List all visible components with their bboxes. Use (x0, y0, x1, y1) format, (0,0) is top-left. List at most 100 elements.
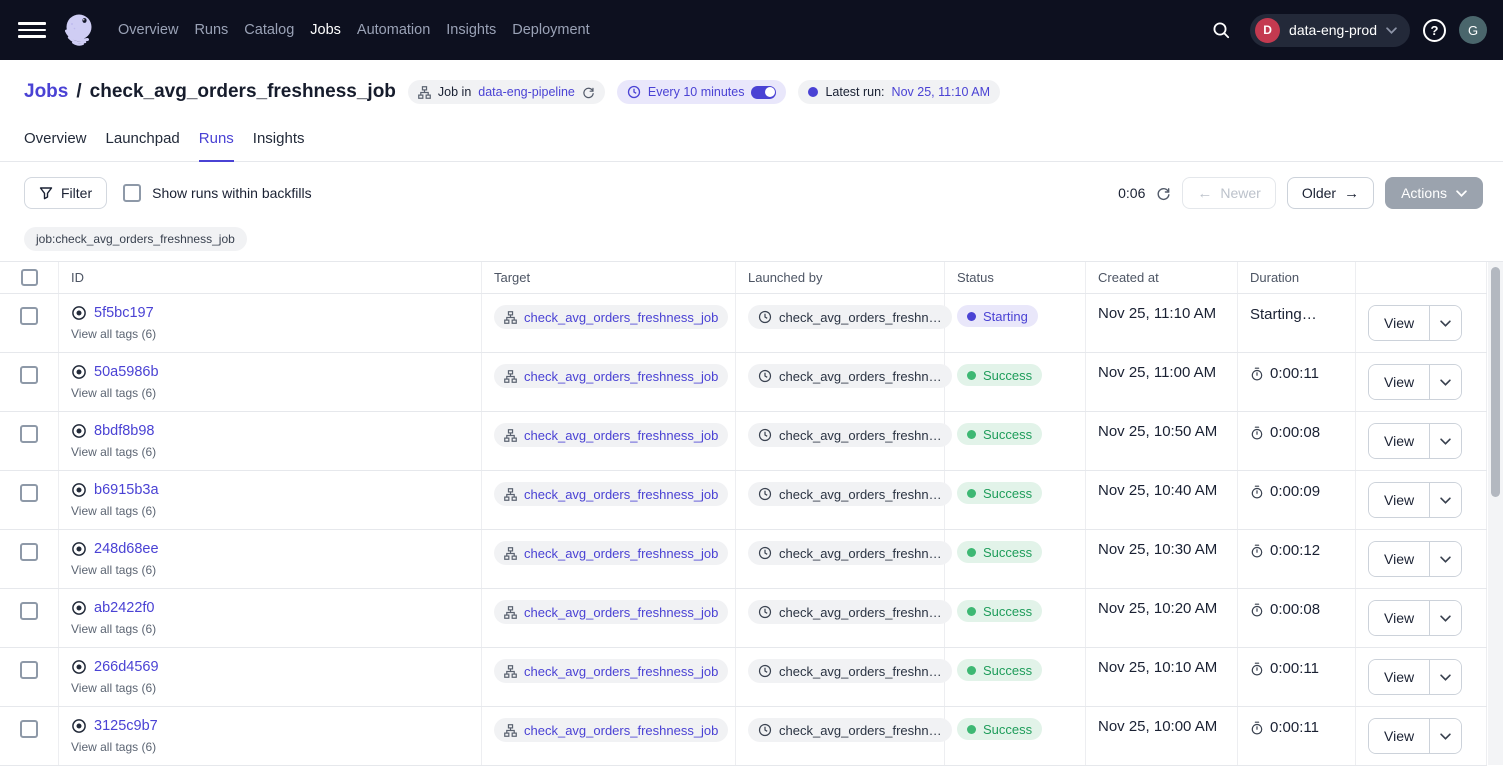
run-id-link[interactable]: b6915b3a (94, 482, 159, 498)
breadcrumb-jobs-link[interactable]: Jobs (24, 81, 68, 103)
actions-button[interactable]: Actions (1385, 177, 1483, 209)
view-run-button[interactable]: View (1369, 483, 1430, 517)
run-id-link[interactable]: 248d68ee (94, 541, 159, 557)
row-checkbox[interactable] (20, 484, 38, 502)
view-all-tags-link[interactable]: View all tags (6) (71, 563, 156, 577)
row-checkbox[interactable] (20, 720, 38, 738)
run-id-link[interactable]: 50a5986b (94, 364, 159, 380)
target-link[interactable]: check_avg_orders_freshness_job (524, 546, 718, 561)
nav-jobs[interactable]: Jobs (310, 16, 341, 44)
run-id-link[interactable]: 3125c9b7 (94, 718, 158, 734)
row-checkbox[interactable] (20, 661, 38, 679)
target-pill[interactable]: check_avg_orders_freshness_job (494, 482, 728, 506)
row-checkbox[interactable] (20, 307, 38, 325)
view-dropdown-button[interactable] (1430, 660, 1461, 694)
nav-runs[interactable]: Runs (194, 16, 228, 44)
target-pill[interactable]: check_avg_orders_freshness_job (494, 718, 728, 742)
run-id-link[interactable]: ab2422f0 (94, 600, 154, 616)
older-button[interactable]: Older → (1287, 177, 1374, 209)
nav-overview[interactable]: Overview (118, 16, 178, 44)
view-dropdown-button[interactable] (1430, 483, 1461, 517)
target-pill[interactable]: check_avg_orders_freshness_job (494, 659, 728, 683)
run-id-link[interactable]: 266d4569 (94, 659, 159, 675)
view-all-tags-link[interactable]: View all tags (6) (71, 386, 156, 400)
target-pill[interactable]: check_avg_orders_freshness_job (494, 600, 728, 624)
scrollbar-thumb[interactable] (1491, 267, 1500, 497)
view-run-button[interactable]: View (1369, 424, 1430, 458)
view-all-tags-link[interactable]: View all tags (6) (71, 681, 156, 695)
newer-button[interactable]: ← Newer (1182, 177, 1275, 209)
table-row: 50a5986b View all tags (6) check_avg_ord… (0, 353, 1487, 412)
show-backfills-checkbox[interactable] (123, 184, 141, 202)
view-dropdown-button[interactable] (1430, 719, 1461, 753)
view-dropdown-button[interactable] (1430, 424, 1461, 458)
target-pill[interactable]: check_avg_orders_freshness_job (494, 541, 728, 565)
nav-deployment[interactable]: Deployment (512, 16, 589, 44)
launched-by-pill[interactable]: check_avg_orders_freshn… (748, 541, 952, 565)
user-avatar[interactable]: G (1459, 16, 1487, 44)
schedule-toggle[interactable] (751, 86, 776, 99)
vertical-scrollbar[interactable] (1488, 262, 1503, 765)
help-icon[interactable]: ? (1423, 19, 1446, 42)
view-run-button[interactable]: View (1369, 365, 1430, 399)
search-icon[interactable] (1205, 14, 1237, 46)
target-pill[interactable]: check_avg_orders_freshness_job (494, 423, 728, 447)
view-dropdown-button[interactable] (1430, 306, 1461, 340)
dagster-logo-icon[interactable] (58, 10, 98, 50)
target-link[interactable]: check_avg_orders_freshness_job (524, 428, 718, 443)
tab-insights[interactable]: Insights (253, 130, 305, 161)
filter-button[interactable]: Filter (24, 177, 107, 209)
latest-run-link[interactable]: Nov 25, 11:10 AM (892, 85, 990, 99)
launched-by-pill[interactable]: check_avg_orders_freshn… (748, 423, 952, 447)
menu-icon[interactable] (18, 18, 46, 42)
nav-catalog[interactable]: Catalog (244, 16, 294, 44)
tab-launchpad[interactable]: Launchpad (106, 130, 180, 161)
launched-by-pill[interactable]: check_avg_orders_freshn… (748, 305, 952, 329)
run-target-icon (71, 541, 87, 557)
row-checkbox[interactable] (20, 543, 38, 561)
view-dropdown-button[interactable] (1430, 365, 1461, 399)
view-all-tags-link[interactable]: View all tags (6) (71, 740, 156, 754)
workspace-switcher[interactable]: D data-eng-prod (1250, 14, 1410, 47)
target-link[interactable]: check_avg_orders_freshness_job (524, 664, 718, 679)
view-run-button[interactable]: View (1369, 719, 1430, 753)
refresh-icon[interactable] (1156, 186, 1171, 201)
view-run-button[interactable]: View (1369, 660, 1430, 694)
view-all-tags-link[interactable]: View all tags (6) (71, 327, 156, 341)
launched-by-pill[interactable]: check_avg_orders_freshn… (748, 600, 952, 624)
view-dropdown-button[interactable] (1430, 542, 1461, 576)
view-dropdown-button[interactable] (1430, 601, 1461, 635)
target-link[interactable]: check_avg_orders_freshness_job (524, 310, 718, 325)
job-filter-tag[interactable]: job:check_avg_orders_freshness_job (24, 227, 247, 251)
launched-by-pill[interactable]: check_avg_orders_freshn… (748, 659, 952, 683)
reload-location-icon[interactable] (582, 86, 595, 99)
row-checkbox[interactable] (20, 425, 38, 443)
view-all-tags-link[interactable]: View all tags (6) (71, 504, 156, 518)
nav-automation[interactable]: Automation (357, 16, 430, 44)
nav-insights[interactable]: Insights (446, 16, 496, 44)
target-link[interactable]: check_avg_orders_freshness_job (524, 723, 718, 738)
run-id-link[interactable]: 5f5bc197 (94, 305, 154, 321)
view-all-tags-link[interactable]: View all tags (6) (71, 445, 156, 459)
view-run-button[interactable]: View (1369, 601, 1430, 635)
view-run-button[interactable]: View (1369, 542, 1430, 576)
target-pill[interactable]: check_avg_orders_freshness_job (494, 305, 728, 329)
pipeline-link[interactable]: data-eng-pipeline (478, 85, 575, 99)
view-run-button[interactable]: View (1369, 306, 1430, 340)
target-link[interactable]: check_avg_orders_freshness_job (524, 369, 718, 384)
target-link[interactable]: check_avg_orders_freshness_job (524, 605, 718, 620)
row-checkbox[interactable] (20, 602, 38, 620)
launched-by-pill[interactable]: check_avg_orders_freshn… (748, 364, 952, 388)
tab-overview[interactable]: Overview (24, 130, 87, 161)
job-graph-icon (504, 429, 517, 442)
view-all-tags-link[interactable]: View all tags (6) (71, 622, 156, 636)
launched-by-pill[interactable]: check_avg_orders_freshn… (748, 482, 952, 506)
launched-by-pill[interactable]: check_avg_orders_freshn… (748, 718, 952, 742)
view-button-group: View (1368, 600, 1462, 636)
tab-runs[interactable]: Runs (199, 130, 234, 162)
select-all-checkbox[interactable] (21, 269, 38, 286)
row-checkbox[interactable] (20, 366, 38, 384)
target-link[interactable]: check_avg_orders_freshness_job (524, 487, 718, 502)
run-id-link[interactable]: 8bdf8b98 (94, 423, 154, 439)
target-pill[interactable]: check_avg_orders_freshness_job (494, 364, 728, 388)
